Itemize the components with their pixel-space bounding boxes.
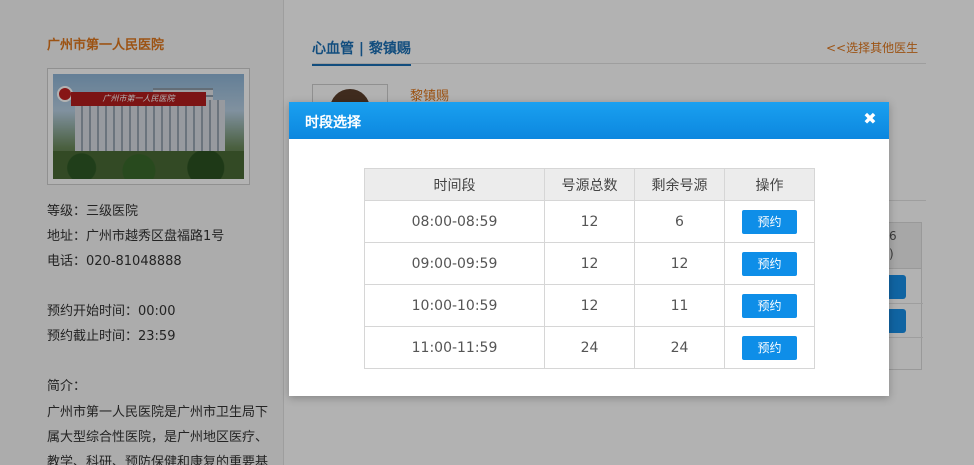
- slot-remaining: 11: [634, 284, 725, 327]
- slot-total: 12: [544, 284, 635, 327]
- table-row: 09:00-09:59 12 12 预约: [364, 242, 815, 285]
- column-header-action: 操作: [724, 168, 815, 201]
- slot-total: 12: [544, 200, 635, 243]
- slot-total: 12: [544, 242, 635, 285]
- slot-time: 11:00-11:59: [364, 326, 545, 369]
- slot-remaining: 24: [634, 326, 725, 369]
- column-header-remaining: 剩余号源: [634, 168, 725, 201]
- column-header-time: 时间段: [364, 168, 545, 201]
- book-button[interactable]: 预约: [742, 335, 797, 360]
- slot-remaining: 12: [634, 242, 725, 285]
- slot-time: 10:00-10:59: [364, 284, 545, 327]
- table-row: 08:00-08:59 12 6 预约: [364, 200, 815, 243]
- slot-time: 08:00-08:59: [364, 200, 545, 243]
- slot-total: 24: [544, 326, 635, 369]
- close-icon[interactable]: ✖: [861, 110, 879, 128]
- slot-remaining: 6: [634, 200, 725, 243]
- dialog-header: 时段选择 ✖: [289, 102, 889, 139]
- column-header-total: 号源总数: [544, 168, 635, 201]
- book-button[interactable]: 预约: [742, 209, 797, 234]
- slot-time: 09:00-09:59: [364, 242, 545, 285]
- book-button[interactable]: 预约: [742, 293, 797, 318]
- time-slot-table: 时间段 号源总数 剩余号源 操作 08:00-08:59 12 6 预约 09:…: [364, 168, 815, 369]
- table-row: 11:00-11:59 24 24 预约: [364, 326, 815, 369]
- table-header-row: 时间段 号源总数 剩余号源 操作: [364, 168, 815, 201]
- time-slot-dialog: 时段选择 ✖ 时间段 号源总数 剩余号源 操作 08:00-08:59 12 6…: [289, 102, 889, 396]
- book-button[interactable]: 预约: [742, 251, 797, 276]
- table-row: 10:00-10:59 12 11 预约: [364, 284, 815, 327]
- dialog-title: 时段选择: [305, 115, 361, 131]
